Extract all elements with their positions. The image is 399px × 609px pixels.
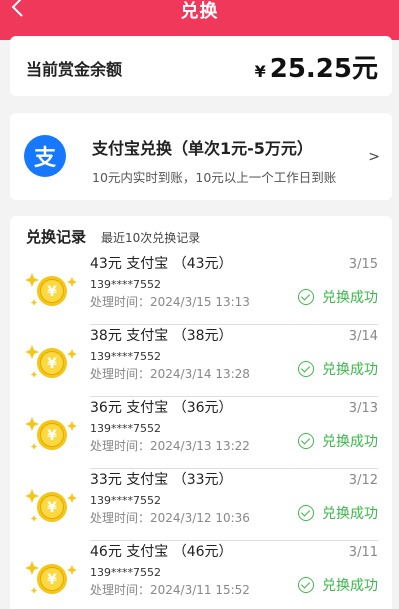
record-phone: 139****7552 — [90, 278, 161, 291]
record-status: 兑换成功 — [298, 503, 378, 523]
svg-text:¥: ¥ — [47, 500, 57, 516]
balance-value: 25.25元 — [269, 54, 378, 84]
record-item: ¥ 33元 支付宝 （33元） 139****7552 处理时间：2024/3/… — [10, 469, 392, 541]
record-item: ¥ 36元 支付宝 （36元） 139****7552 处理时间：2024/3/… — [10, 397, 392, 469]
record-time: 处理时间：2024/3/12 10:36 — [90, 511, 250, 525]
alipay-title: 支付宝兑换（单次1元-5万元） — [92, 139, 313, 158]
record-status-text: 兑换成功 — [322, 290, 378, 306]
gold-coin-icon: ¥ — [25, 417, 77, 450]
records-subtitle: 最近10次兑换记录 — [101, 231, 201, 245]
record-phone: 139****7552 — [90, 566, 161, 579]
alipay-description: 10元内实时到账，10元以上一个工作日到账 — [92, 170, 337, 185]
alipay-logo-char: 支 — [33, 146, 56, 171]
check-circle-icon — [298, 433, 314, 449]
alipay-exchange-option[interactable]: 支 支付宝兑换（单次1元-5万元） 10元内实时到账，10元以上一个工作日到账 … — [10, 113, 392, 200]
record-item: ¥ 46元 支付宝 （46元） 139****7552 处理时间：2024/3/… — [10, 541, 392, 609]
record-title: 36元 支付宝 （36元） — [90, 400, 233, 416]
record-phone: 139****7552 — [90, 350, 161, 363]
gold-coin-icon: ¥ — [25, 561, 77, 594]
gold-coin-icon: ¥ — [25, 273, 77, 306]
alipay-icon: 支 — [24, 135, 66, 177]
record-phone: 139****7552 — [90, 494, 161, 507]
record-time: 处理时间：2024/3/15 13:13 — [90, 295, 250, 309]
record-date: 3/14 — [348, 329, 378, 344]
record-status-text: 兑换成功 — [322, 434, 378, 450]
records-title: 兑换记录 — [26, 228, 87, 246]
record-status-text: 兑换成功 — [322, 506, 378, 522]
record-status-text: 兑换成功 — [322, 362, 378, 378]
record-title: 33元 支付宝 （33元） — [90, 472, 233, 488]
record-status: 兑换成功 — [298, 431, 378, 451]
svg-text:¥: ¥ — [47, 572, 57, 588]
gold-coin-icon: ¥ — [25, 345, 77, 378]
check-circle-icon — [298, 505, 314, 521]
record-date: 3/11 — [348, 545, 378, 560]
svg-text:¥: ¥ — [47, 428, 57, 444]
records-card: 兑换记录 最近10次兑换记录 ¥ 43元 支付宝 （43元） 139****75… — [10, 216, 392, 609]
record-status: 兑换成功 — [298, 575, 378, 595]
record-title: 46元 支付宝 （46元） — [90, 544, 233, 560]
header-bar: 兑换 — [0, 0, 399, 26]
chevron-right-icon: > — [368, 149, 380, 165]
page-title: 兑换 — [180, 1, 219, 22]
check-circle-icon — [298, 577, 314, 593]
record-date: 3/12 — [348, 473, 378, 488]
record-time: 处理时间：2024/3/14 13:28 — [90, 367, 250, 381]
record-status: 兑换成功 — [298, 359, 378, 379]
svg-text:¥: ¥ — [47, 284, 57, 300]
record-status-text: 兑换成功 — [322, 578, 378, 594]
record-item: ¥ 43元 支付宝 （43元） 139****7552 处理时间：2024/3/… — [10, 253, 392, 325]
record-phone: 139****7552 — [90, 422, 161, 435]
record-time: 处理时间：2024/3/13 13:22 — [90, 439, 250, 453]
record-date: 3/15 — [348, 257, 378, 272]
record-time: 处理时间：2024/3/11 15:52 — [90, 583, 250, 597]
record-title: 38元 支付宝 （38元） — [90, 328, 233, 344]
currency-symbol: ¥ — [254, 62, 266, 81]
record-title: 43元 支付宝 （43元） — [90, 256, 233, 272]
balance-card: 当前赏金余额 ¥ 25.25元 — [10, 36, 392, 96]
record-status: 兑换成功 — [298, 287, 378, 307]
balance-amount: ¥ 25.25元 — [255, 48, 378, 85]
gold-coin-icon: ¥ — [25, 489, 77, 522]
check-circle-icon — [298, 361, 314, 377]
svg-text:¥: ¥ — [47, 356, 57, 372]
record-date: 3/13 — [348, 401, 378, 416]
record-item: ¥ 38元 支付宝 （38元） 139****7552 处理时间：2024/3/… — [10, 325, 392, 397]
check-circle-icon — [298, 289, 314, 305]
balance-label: 当前赏金余额 — [26, 60, 123, 79]
